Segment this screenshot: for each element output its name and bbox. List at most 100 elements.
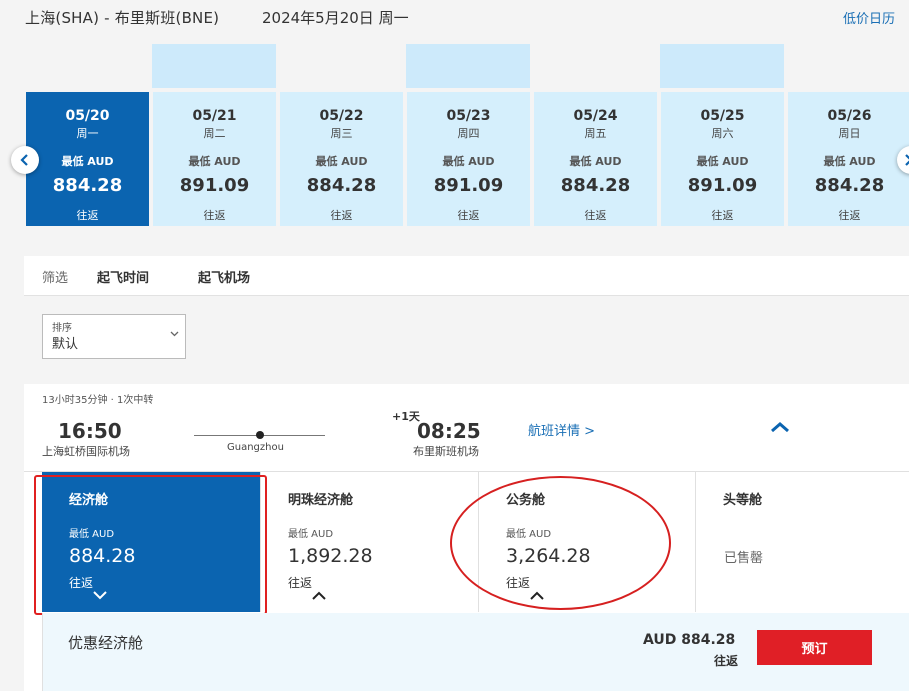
sort-label: 排序 xyxy=(52,323,72,334)
date-card-weekday: 周三 xyxy=(330,127,353,140)
date-card-trip: 往返 xyxy=(76,209,99,222)
cabin-name: 明珠经济舱 xyxy=(288,493,354,508)
stopover-city: Guangzhou xyxy=(227,442,284,453)
flight-details-link[interactable]: 航班详情 > xyxy=(528,420,595,439)
date-card-price: 891.09 xyxy=(179,175,250,196)
cabin-trip: 往返 xyxy=(288,576,313,590)
chevron-right-icon xyxy=(905,154,909,166)
date-card-0523[interactable]: 05/23 周四 最低 AUD 891.09 往返 xyxy=(407,92,530,226)
date-card-price: 884.28 xyxy=(814,175,885,196)
cabin-price: 884.28 xyxy=(69,545,136,567)
date-card-label: 最低 AUD xyxy=(442,155,495,168)
chevron-up-icon xyxy=(530,591,544,600)
date-card-price: 884.28 xyxy=(52,175,123,196)
date-card-0522[interactable]: 05/22 周三 最低 AUD 884.28 往返 xyxy=(280,92,403,226)
book-button[interactable]: 预订 xyxy=(757,630,872,665)
sort-value: 默认 xyxy=(52,337,79,352)
cabin-pearl-economy[interactable]: 明珠经济舱 最低 AUD 1,892.28 往返 xyxy=(261,472,478,612)
date-card-date: 05/26 xyxy=(827,108,872,124)
date-card-label: 最低 AUD xyxy=(315,155,368,168)
arrival-time: 08:25 xyxy=(417,419,481,443)
search-date: 2024年5月20日 周一 xyxy=(262,9,409,27)
price-bar-0521 xyxy=(152,44,276,88)
cabin-price-label: 最低 AUD xyxy=(69,529,115,540)
route-title: 上海(SHA) - 布里斯班(BNE) xyxy=(25,9,220,27)
flight-card: 13小时35分钟 · 1次中转 16:50 上海虹桥国际机场 Guangzhou… xyxy=(24,384,909,691)
date-card-weekday: 周五 xyxy=(584,127,607,140)
flight-search-page: 上海(SHA) - 布里斯班(BNE) 2024年5月20日 周一 低价日历 0… xyxy=(0,0,909,691)
cabin-options: 经济舱 最低 AUD 884.28 往返 明珠经济舱 最低 AUD 1,892.… xyxy=(24,471,909,615)
sold-out-label: 已售罄 xyxy=(724,551,764,566)
fare-price: AUD 884.28 xyxy=(643,632,736,648)
cabin-name: 经济舱 xyxy=(69,493,109,508)
flight-duration-stops: 13小时35分钟 · 1次中转 xyxy=(42,395,154,406)
date-card-0524[interactable]: 05/24 周五 最低 AUD 884.28 往返 xyxy=(534,92,657,226)
chevron-up-icon[interactable] xyxy=(770,421,790,433)
cabin-name: 公务舱 xyxy=(506,493,546,508)
date-card-weekday: 周六 xyxy=(711,127,734,140)
date-card-trip: 往返 xyxy=(457,209,480,222)
stopover-dot xyxy=(256,431,264,439)
date-card-weekday: 周日 xyxy=(838,127,861,140)
date-card-date: 05/21 xyxy=(192,108,237,124)
filter-bar: 筛选 起飞时间 起飞机场 xyxy=(24,256,909,296)
date-card-0525[interactable]: 05/25 周六 最低 AUD 891.09 往返 xyxy=(661,92,784,226)
date-card-weekday: 周一 xyxy=(76,127,99,140)
date-card-0526[interactable]: 05/26 周日 最低 AUD 884.28 往返 xyxy=(788,92,909,226)
date-card-price: 884.28 xyxy=(306,175,377,196)
date-card-trip: 往返 xyxy=(330,209,353,222)
cabin-price-label: 最低 AUD xyxy=(288,529,334,540)
chevron-down-icon xyxy=(93,591,107,600)
date-card-trip: 往返 xyxy=(203,209,226,222)
price-bar-0525 xyxy=(660,44,784,88)
date-card-price: 884.28 xyxy=(560,175,631,196)
arrival-airport: 布里斯班机场 xyxy=(413,445,479,458)
cabin-business[interactable]: 公务舱 最低 AUD 3,264.28 往返 xyxy=(479,472,695,612)
date-card-date: 05/22 xyxy=(319,108,364,124)
date-card-weekday: 周二 xyxy=(203,127,226,140)
departure-time: 16:50 xyxy=(58,419,122,443)
date-card-weekday: 周四 xyxy=(457,127,480,140)
departure-airport: 上海虹桥国际机场 xyxy=(42,445,130,458)
chevron-left-icon xyxy=(20,154,28,166)
date-card-label: 最低 AUD xyxy=(569,155,622,168)
date-card-price: 891.09 xyxy=(687,175,758,196)
date-card-label: 最低 AUD xyxy=(823,155,876,168)
date-card-trip: 往返 xyxy=(584,209,607,222)
cabin-price-label: 最低 AUD xyxy=(506,529,552,540)
date-card-label: 最低 AUD xyxy=(696,155,749,168)
date-card-date: 05/24 xyxy=(573,108,618,124)
date-card-trip: 往返 xyxy=(711,209,734,222)
date-card-0520[interactable]: 05/20 周一 最低 AUD 884.28 往返 xyxy=(26,92,149,226)
date-card-label: 最低 AUD xyxy=(61,155,114,168)
date-card-date: 05/23 xyxy=(446,108,491,124)
cabin-price: 3,264.28 xyxy=(506,545,591,567)
date-card-0521[interactable]: 05/21 周二 最低 AUD 891.09 往返 xyxy=(153,92,276,226)
cabin-trip: 往返 xyxy=(506,576,531,590)
filter-departure-airport[interactable]: 起飞机场 xyxy=(198,267,250,286)
cabin-name: 头等舱 xyxy=(723,493,763,508)
date-card-price: 891.09 xyxy=(433,175,504,196)
day-offset: +1天 xyxy=(392,410,420,423)
date-card-trip: 往返 xyxy=(838,209,861,222)
chevron-down-icon xyxy=(170,331,179,337)
prev-dates-button[interactable] xyxy=(11,146,39,174)
chevron-up-icon xyxy=(312,591,326,600)
date-card-date: 05/20 xyxy=(65,108,110,124)
sort-select[interactable]: 排序 默认 xyxy=(42,314,186,359)
cabin-trip: 往返 xyxy=(69,576,94,590)
date-strip: 05/20 周一 最低 AUD 884.28 往返 05/21 周二 最低 AU… xyxy=(26,92,909,226)
date-card-date: 05/25 xyxy=(700,108,745,124)
fare-option-row: 优惠经济舱 AUD 884.28 往返 预订 xyxy=(42,613,909,691)
low-price-calendar-link[interactable]: 低价日历 xyxy=(843,8,895,27)
cabin-first: 头等舱 已售罄 xyxy=(696,472,909,612)
fare-name: 优惠经济舱 xyxy=(68,634,144,652)
filter-departure-time[interactable]: 起飞时间 xyxy=(97,267,149,286)
cabin-economy[interactable]: 经济舱 最低 AUD 884.28 往返 xyxy=(42,472,260,612)
filter-label: 筛选 xyxy=(42,271,69,286)
price-bars xyxy=(0,44,909,90)
date-card-label: 最低 AUD xyxy=(188,155,241,168)
cabin-price: 1,892.28 xyxy=(288,545,373,567)
price-bar-0523 xyxy=(406,44,530,88)
fare-trip: 往返 xyxy=(714,654,739,668)
